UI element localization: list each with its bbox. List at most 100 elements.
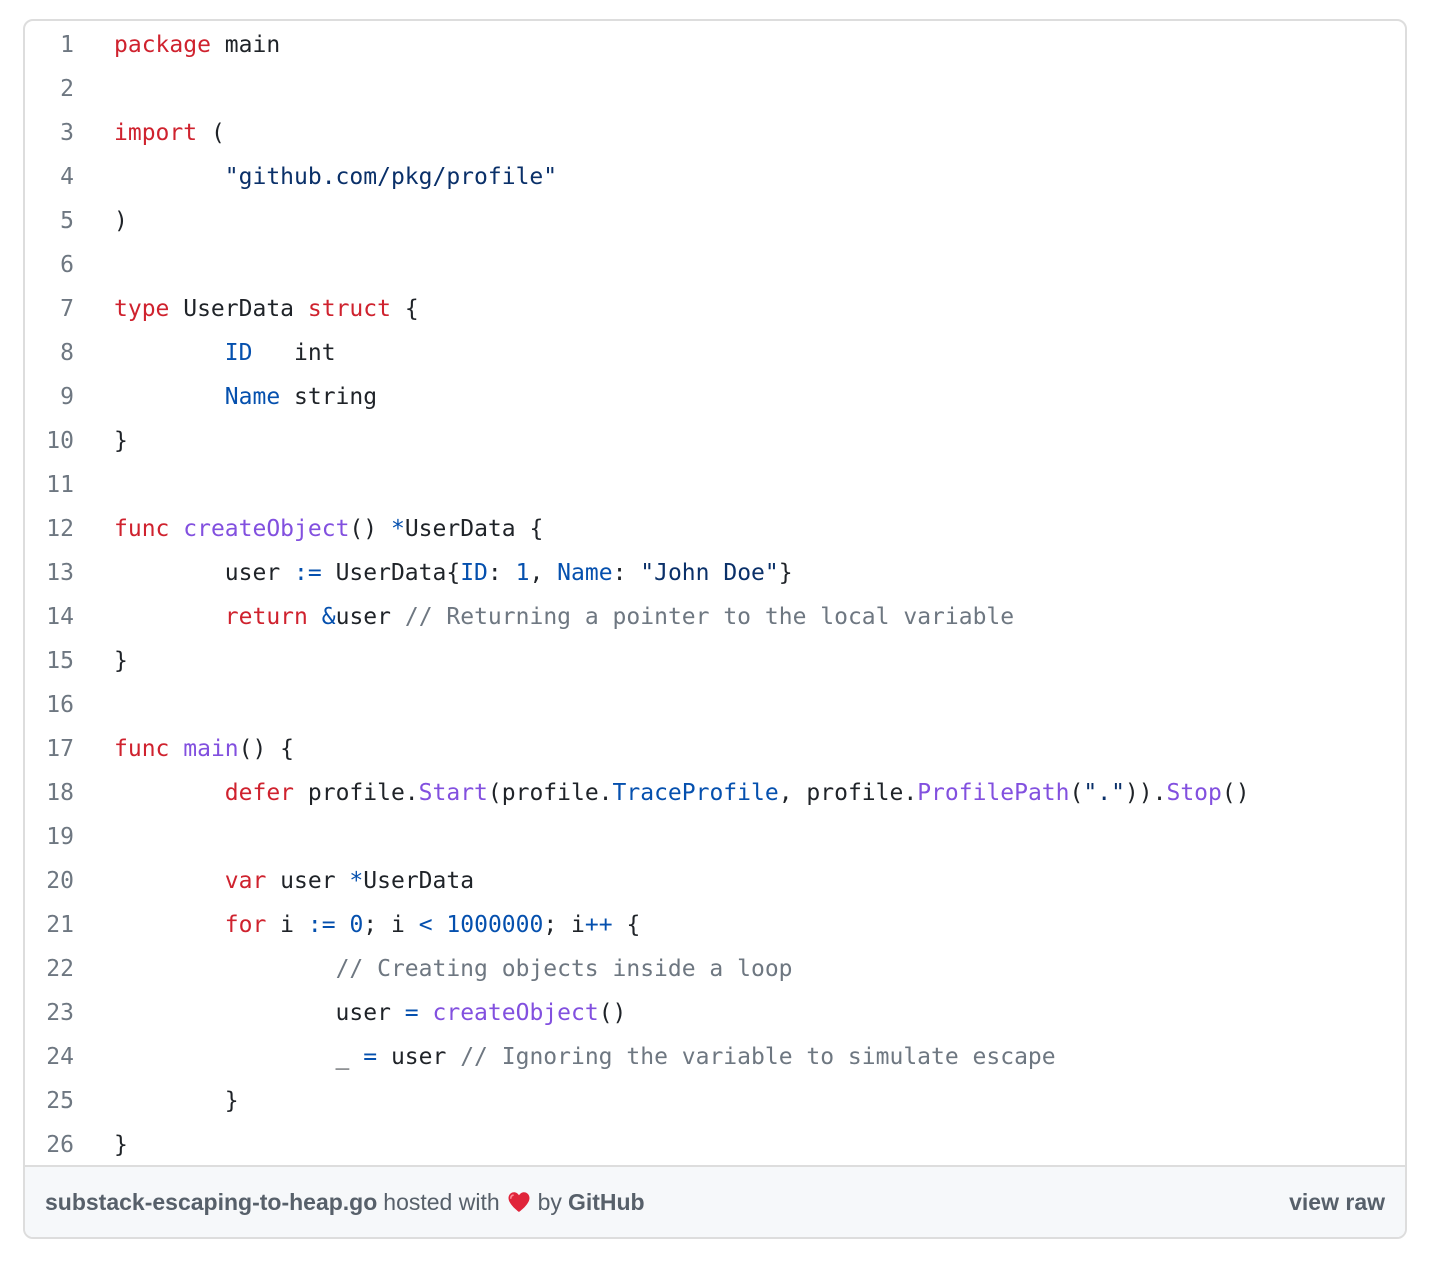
code-block: 1 package main 2 3 import (4 "github.com/pkg… <box>25 21 1405 1167</box>
code-token: struct <box>307 296 391 322</box>
code-token: () <box>1221 780 1250 806</box>
line-code: } <box>74 1132 1405 1158</box>
line-code: // Creating objects inside a loop <box>74 956 1405 982</box>
line-number[interactable]: 15 <box>25 648 74 674</box>
line-number[interactable]: 18 <box>25 780 74 806</box>
code-token: : <box>612 560 641 586</box>
code-token: // Creating objects inside a loop <box>335 956 793 982</box>
code-token: user <box>114 560 295 586</box>
line-code: "github.com/pkg/profile" <box>74 164 1405 190</box>
github-link[interactable]: GitHub <box>568 1189 645 1216</box>
line-number[interactable]: 10 <box>25 428 74 454</box>
view-raw-link[interactable]: view raw <box>1289 1189 1385 1216</box>
code-token: "John Doe" <box>640 560 779 586</box>
line-number[interactable]: 21 <box>25 912 74 938</box>
line-number[interactable]: 4 <box>25 164 74 190</box>
code-line: 26} <box>25 1123 1405 1167</box>
code-line: 9 Name string <box>25 375 1405 419</box>
code-token: import <box>114 120 198 146</box>
code-token: } <box>114 648 128 674</box>
line-number[interactable]: 11 <box>25 472 74 498</box>
code-token: UserData { <box>404 516 544 542</box>
line-number[interactable]: 22 <box>25 956 74 982</box>
code-line: 6 <box>25 243 1405 287</box>
line-code: return &user // Returning a pointer to t… <box>74 604 1405 630</box>
line-number[interactable]: 23 <box>25 1000 74 1026</box>
code-token: : <box>487 560 516 586</box>
line-number[interactable]: 17 <box>25 736 74 762</box>
code-token: , <box>529 560 558 586</box>
line-number[interactable]: 16 <box>25 692 74 718</box>
line-number[interactable]: 12 <box>25 516 74 542</box>
line-code: user := UserData{ID: 1, Name: "John Doe"… <box>74 560 1405 586</box>
gist-footer-info: substack-escaping-to-heap.go hosted with… <box>45 1189 645 1216</box>
code-token: // Ignoring the variable to simulate esc… <box>460 1044 1056 1070</box>
line-code: defer profile.Start(profile.TraceProfile… <box>74 780 1405 806</box>
code-token: 0 <box>349 912 364 938</box>
code-token: TraceProfile <box>612 780 779 806</box>
code-token: () { <box>238 736 295 762</box>
code-token: _ <box>114 1044 364 1070</box>
gist-footer: substack-escaping-to-heap.go hosted with… <box>25 1165 1405 1237</box>
code-line: 18 defer profile.Start(profile.TraceProf… <box>25 771 1405 815</box>
code-line: 20 var user *UserData <box>25 859 1405 903</box>
line-number[interactable]: 13 <box>25 560 74 586</box>
code-token: return <box>224 604 308 630</box>
line-code: Name string <box>74 384 1405 410</box>
code-line: 3 import ( <box>25 111 1405 155</box>
line-number[interactable]: 1 <box>25 32 74 58</box>
code-token: "github.com/pkg/profile" <box>224 164 558 190</box>
line-number[interactable]: 9 <box>25 384 74 410</box>
code-token: * <box>349 868 364 894</box>
line-number[interactable]: 14 <box>25 604 74 630</box>
line-number[interactable]: 25 <box>25 1088 74 1114</box>
code-token: () <box>598 1000 627 1026</box>
line-number[interactable]: 19 <box>25 824 74 850</box>
code-token: < <box>418 912 433 938</box>
code-token: i <box>266 912 308 938</box>
code-line: 16 <box>25 683 1405 727</box>
heart-icon <box>508 1192 530 1212</box>
code-token: := <box>307 912 336 938</box>
gist-filename-link[interactable]: substack-escaping-to-heap.go <box>45 1189 377 1216</box>
code-token: { <box>390 296 419 322</box>
code-token: } <box>114 428 128 454</box>
code-line: 12 func createObject() *UserData { <box>25 507 1405 551</box>
code-token: ID <box>460 560 488 586</box>
code-token: () <box>349 516 391 542</box>
code-line: 24 _ = user // Ignoring the variable to … <box>25 1035 1405 1079</box>
code-token: ProfilePath <box>917 780 1070 806</box>
code-line: 14 return &user // Returning a pointer t… <box>25 595 1405 639</box>
line-code: for i := 0; i < 1000000; i++ { <box>74 912 1405 938</box>
code-token: user <box>266 868 350 894</box>
code-line: 7 type UserData struct { <box>25 287 1405 331</box>
code-token: , profile. <box>778 780 918 806</box>
line-number[interactable]: 3 <box>25 120 74 146</box>
code-token: (profile. <box>487 780 613 806</box>
code-token: & <box>321 604 336 630</box>
line-number[interactable]: 26 <box>25 1132 74 1158</box>
code-token: defer <box>224 780 295 806</box>
hosted-with-text: hosted with <box>383 1188 500 1215</box>
line-number[interactable]: 6 <box>25 252 74 278</box>
code-token: "." <box>1083 780 1125 806</box>
code-token: = <box>404 1000 419 1026</box>
line-code: func main() { <box>74 736 1405 762</box>
code-token: createObject <box>432 1000 599 1026</box>
line-number[interactable]: 7 <box>25 296 74 322</box>
line-number[interactable]: 20 <box>25 868 74 894</box>
line-code: func createObject() *UserData { <box>74 516 1405 542</box>
line-number[interactable]: 5 <box>25 208 74 234</box>
line-code: _ = user // Ignoring the variable to sim… <box>74 1044 1405 1070</box>
code-token: 1 <box>515 560 530 586</box>
line-number[interactable]: 2 <box>25 76 74 102</box>
line-number[interactable]: 8 <box>25 340 74 366</box>
line-number[interactable]: 24 <box>25 1044 74 1070</box>
